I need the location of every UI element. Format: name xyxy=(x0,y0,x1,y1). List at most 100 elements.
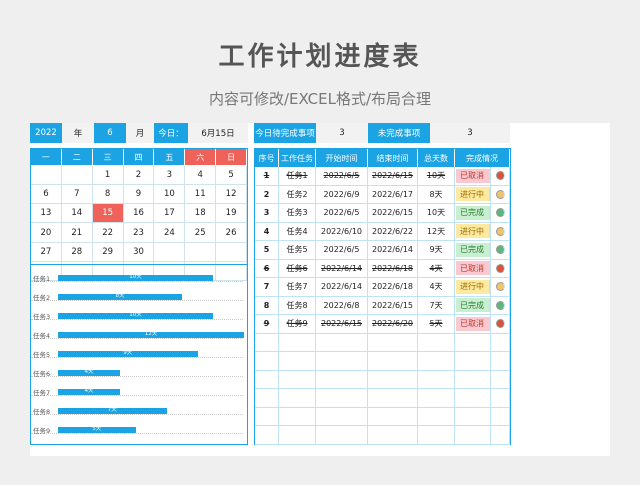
calendar-day[interactable]: 23 xyxy=(123,223,155,243)
empty-cell xyxy=(255,407,279,425)
table-row-empty[interactable] xyxy=(255,333,510,352)
page-subtitle: 内容可修改/EXCEL格式/布局合理 xyxy=(208,90,432,108)
table-row-empty[interactable] xyxy=(255,370,510,389)
row-status-indicator xyxy=(491,222,510,240)
table-row-empty[interactable] xyxy=(255,407,510,426)
today-value[interactable]: 6月15日 xyxy=(188,123,248,143)
empty-cell xyxy=(455,352,491,370)
pending-count: 3 xyxy=(316,123,368,143)
table-row[interactable]: 4 任务4 2022/6/10 2022/6/22 12天 进行中 xyxy=(255,222,510,241)
empty-cell xyxy=(316,426,368,444)
row-status-indicator xyxy=(491,296,510,314)
calendar-day[interactable]: 28 xyxy=(61,242,93,262)
empty-cell xyxy=(368,389,418,407)
calendar-day[interactable]: 13 xyxy=(31,204,62,224)
row-task: 任务2 xyxy=(279,185,316,203)
table-row[interactable]: 3 任务3 2022/6/5 2022/6/15 10天 已完成 xyxy=(255,204,510,223)
row-no: 6 xyxy=(255,259,279,277)
row-status-cell: 已取消 xyxy=(455,167,491,185)
calendar-day[interactable]: 19 xyxy=(216,204,247,224)
empty-cell xyxy=(491,426,510,444)
calendar-day[interactable]: 3 xyxy=(154,166,186,186)
table-row[interactable]: 5 任务5 2022/6/5 2022/6/14 9天 已完成 xyxy=(255,241,510,260)
task-table: 序号 工作任务 开始时间 结束时间 总天数 完成情况 1 任务1 2022/6/5 2… xyxy=(254,148,511,445)
table-row-empty[interactable] xyxy=(255,389,510,408)
calendar-day[interactable]: 29 xyxy=(92,242,124,262)
calendar-day[interactable]: 12 xyxy=(216,185,247,205)
calendar-day[interactable]: 18 xyxy=(185,204,217,224)
table-row-empty[interactable] xyxy=(255,352,510,371)
calendar-day[interactable]: 15 xyxy=(92,204,124,224)
weekday-header: 日 xyxy=(216,149,248,165)
row-task: 任务1 xyxy=(279,167,316,185)
gantt-bar-label: 4天 xyxy=(84,369,94,375)
calendar-day[interactable]: 21 xyxy=(61,223,93,243)
calendar-day[interactable]: 2 xyxy=(123,166,155,186)
calendar: 一二三四五六日 1 2 3 4 5 6 7 8 9 10 11 12 13 14 15 16 17 18 19 20 2… xyxy=(30,148,248,281)
status-badge: 已取消 xyxy=(455,168,490,183)
calendar-day[interactable]: 27 xyxy=(31,242,62,262)
empty-cell xyxy=(316,407,368,425)
calendar-day[interactable]: 10 xyxy=(154,185,186,205)
status-badge: 进行中 xyxy=(455,187,490,202)
empty-cell xyxy=(279,370,316,388)
calendar-day[interactable]: 14 xyxy=(61,204,93,224)
status-dot-icon xyxy=(495,189,505,199)
table-row[interactable]: 1 任务1 2022/6/5 2022/6/15 10天 已取消 xyxy=(255,167,510,186)
row-start-date: 2022/6/15 xyxy=(316,315,368,333)
row-total-days: 8天 xyxy=(418,185,455,203)
gantt-task-label: 任务8 xyxy=(33,408,51,416)
weekday-header: 一 xyxy=(31,149,62,165)
calendar-day[interactable]: 6 xyxy=(31,185,62,205)
calendar-day[interactable]: 26 xyxy=(216,223,247,243)
calendar-day[interactable]: 11 xyxy=(185,185,217,205)
calendar-day[interactable]: 5 xyxy=(216,166,247,186)
gantt-bar-label: 5天 xyxy=(92,426,102,432)
row-end-date: 2022/6/17 xyxy=(368,185,418,203)
gantt-row: 任务3 10天 xyxy=(31,307,247,326)
calendar-day[interactable]: 8 xyxy=(92,185,124,205)
empty-cell xyxy=(316,352,368,370)
row-no: 9 xyxy=(255,315,279,333)
calendar-day xyxy=(154,242,186,262)
gantt-gridline xyxy=(31,338,243,339)
calendar-day[interactable]: 1 xyxy=(92,166,124,186)
empty-cell xyxy=(491,352,510,370)
year-cell[interactable]: 2022 xyxy=(30,123,62,143)
row-start-date: 2022/6/5 xyxy=(316,241,368,259)
table-row[interactable]: 6 任务6 2022/6/14 2022/6/18 4天 已取消 xyxy=(255,259,510,278)
month-cell[interactable]: 6 xyxy=(94,123,126,143)
calendar-day[interactable]: 25 xyxy=(185,223,217,243)
empty-cell xyxy=(279,426,316,444)
calendar-day[interactable]: 20 xyxy=(31,223,62,243)
row-total-days: 10天 xyxy=(418,204,455,222)
gantt-task-label: 任务4 xyxy=(33,332,51,340)
calendar-day[interactable]: 16 xyxy=(123,204,155,224)
row-start-date: 2022/6/14 xyxy=(316,278,368,296)
table-row[interactable]: 8 任务8 2022/6/8 2022/6/15 7天 已完成 xyxy=(255,296,510,315)
pending-label: 今日待完成事项 xyxy=(254,123,316,143)
gantt-bar-label: 9天 xyxy=(123,350,133,356)
status-badge: 已取消 xyxy=(455,261,490,276)
calendar-day[interactable]: 4 xyxy=(185,166,217,186)
gantt-gridline xyxy=(31,300,243,301)
gantt-gridline xyxy=(31,376,243,377)
calendar-day[interactable]: 7 xyxy=(61,185,93,205)
calendar-day[interactable]: 9 xyxy=(123,185,155,205)
status-dot-icon xyxy=(495,319,505,329)
calendar-day xyxy=(216,242,247,262)
table-row-empty[interactable] xyxy=(255,426,510,445)
calendar-day[interactable]: 24 xyxy=(154,223,186,243)
empty-cell xyxy=(368,333,418,351)
table-row[interactable]: 9 任务9 2022/6/15 2022/6/20 5天 已取消 xyxy=(255,315,510,334)
empty-cell xyxy=(255,370,279,388)
table-row[interactable]: 2 任务2 2022/6/9 2022/6/17 8天 进行中 xyxy=(255,185,510,204)
calendar-day[interactable]: 17 xyxy=(154,204,186,224)
row-task: 任务6 xyxy=(279,259,316,277)
calendar-day[interactable]: 30 xyxy=(123,242,155,262)
status-dot-icon xyxy=(495,226,505,236)
table-row[interactable]: 7 任务7 2022/6/14 2022/6/18 4天 进行中 xyxy=(255,278,510,297)
calendar-day[interactable]: 22 xyxy=(92,223,124,243)
row-task: 任务5 xyxy=(279,241,316,259)
status-dot-icon xyxy=(495,300,505,310)
